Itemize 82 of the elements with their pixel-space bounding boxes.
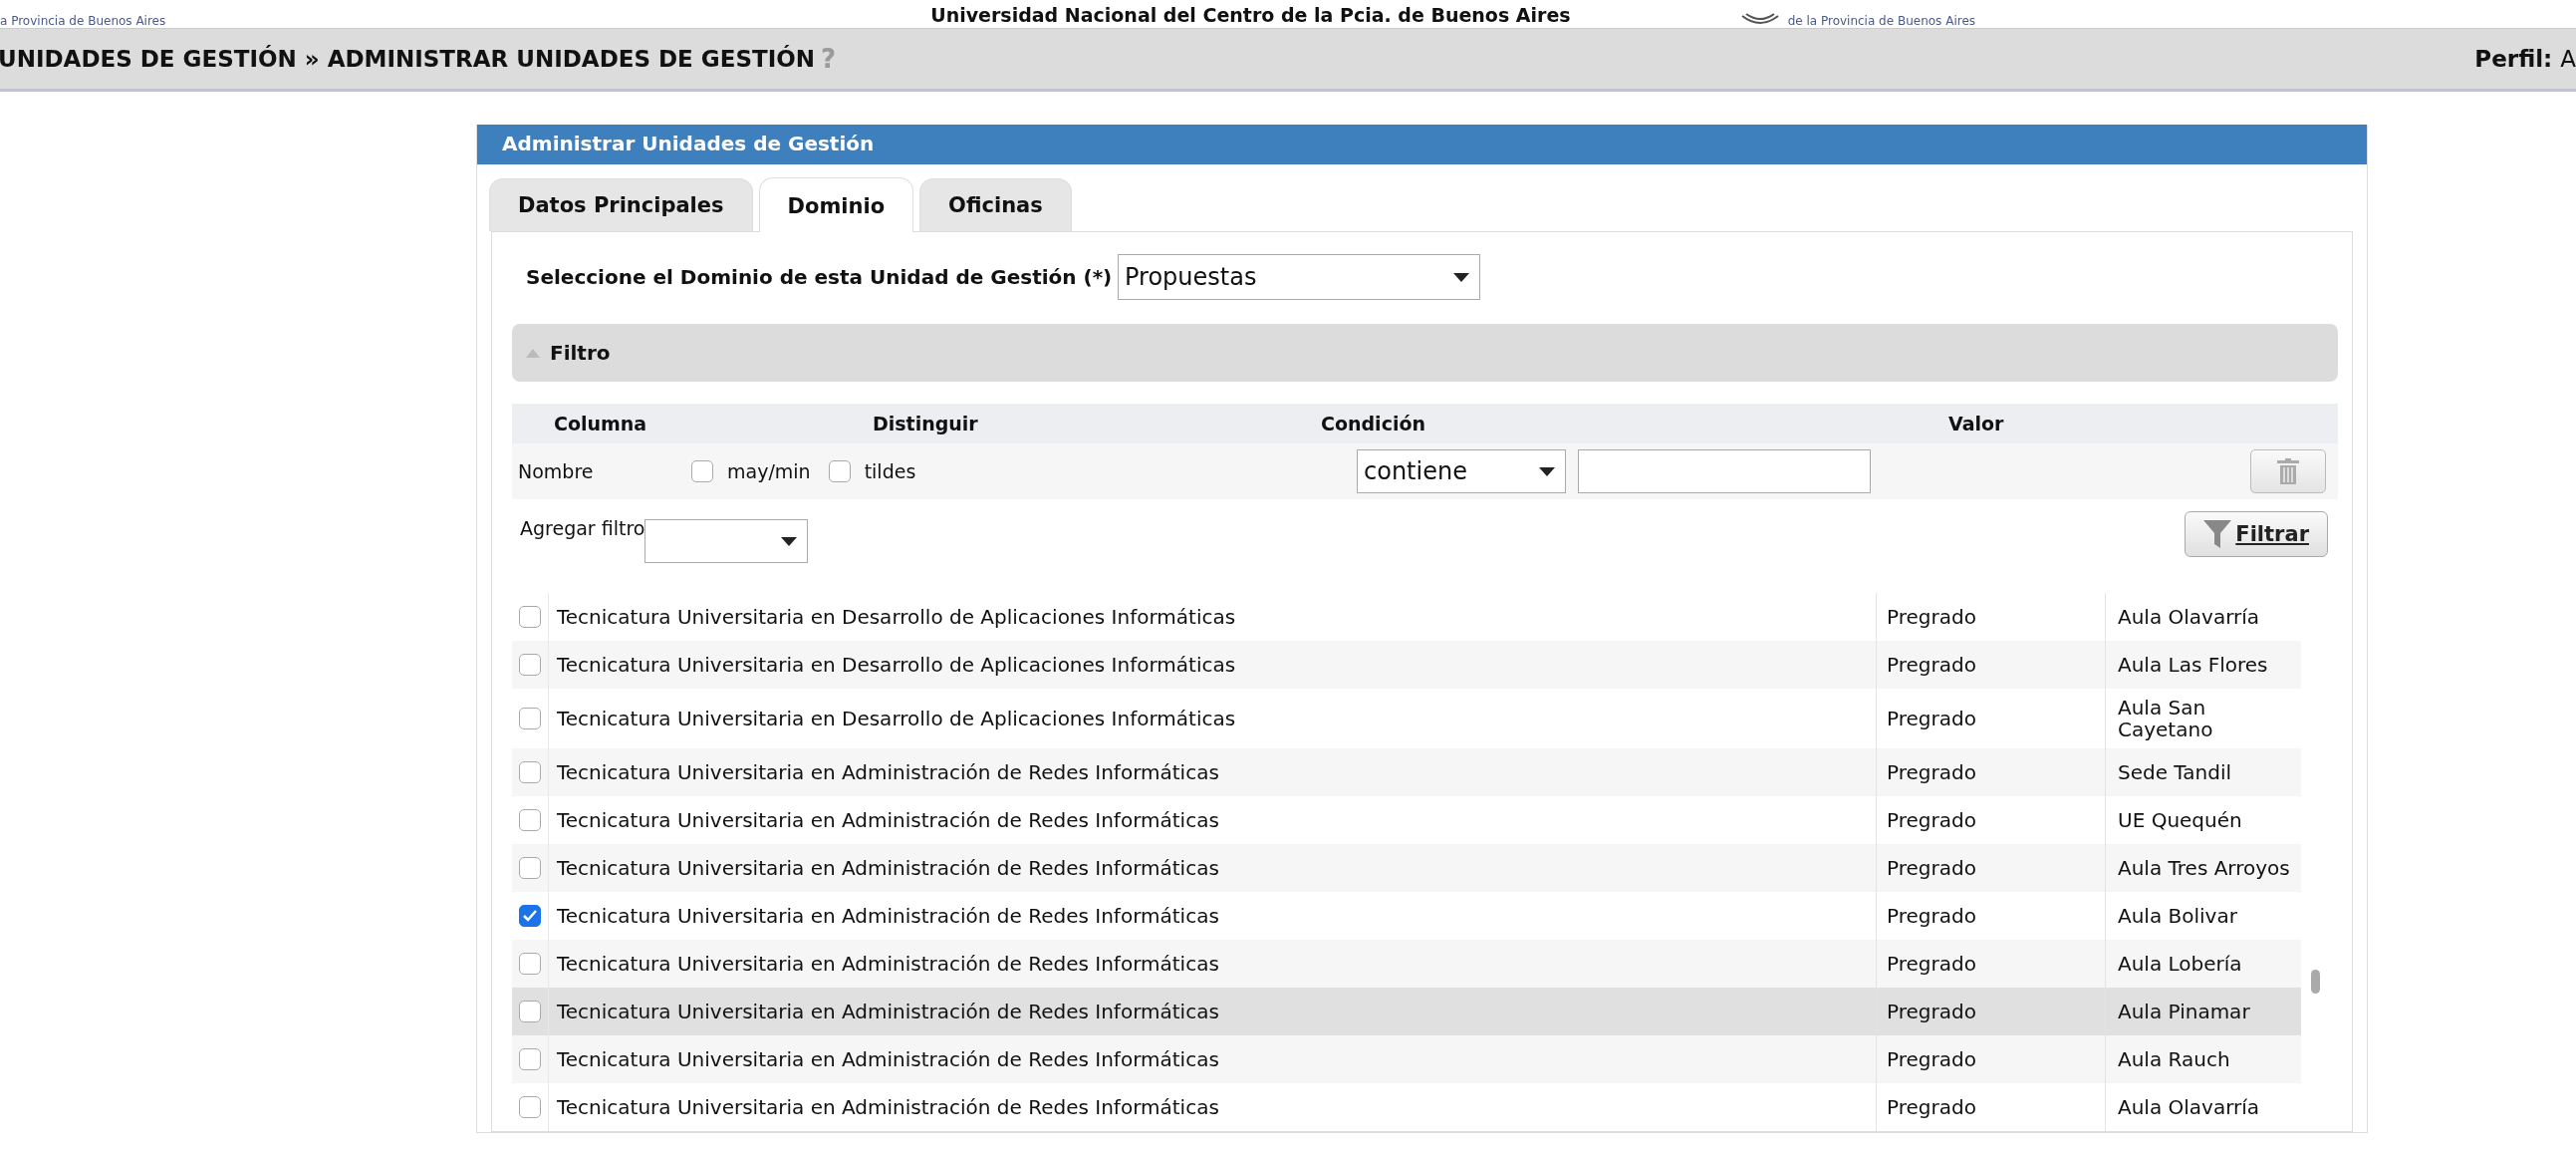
checkbox[interactable]	[519, 1096, 541, 1118]
table-row[interactable]: Tecnicatura Universitaria en Administración de Redes Informáticas Pregrado Aula Tres Arroyos	[512, 844, 2301, 892]
location: Aula Las Flores	[2118, 654, 2268, 676]
location: Aula Lobería	[2118, 953, 2242, 975]
location: Aula Rauch	[2118, 1048, 2230, 1070]
program-level: Pregrado	[1887, 1000, 1976, 1023]
table-row[interactable]: Tecnicatura Universitaria en Administración de Redes Informáticas Pregrado Aula Pinamar	[512, 988, 2301, 1035]
location: Aula Bolivar	[2118, 905, 2237, 927]
tab[interactable]: Datos Principales	[489, 178, 753, 231]
program-level: Pregrado	[1887, 904, 1976, 928]
program-level: Pregrado	[1887, 653, 1976, 677]
column-header: Columna	[554, 413, 648, 434]
funnel-icon	[2203, 520, 2232, 548]
program-level: Pregrado	[1887, 760, 1976, 784]
table-row[interactable]: Tecnicatura Universitaria en Desarrollo de Aplicaciones Informáticas Pregrado Aula Las Flores	[512, 641, 2301, 689]
checkbox[interactable]	[828, 460, 851, 482]
program-name: Tecnicatura Universitaria en Desarrollo de Aplicaciones Informáticas	[557, 653, 1236, 677]
program-name: Tecnicatura Universitaria en Administración de Redes Informáticas	[557, 1095, 1219, 1119]
program-name: Tecnicatura Universitaria en Desarrollo de Aplicaciones Informáticas	[557, 707, 1236, 730]
program-name: Tecnicatura Universitaria en Administración de Redes Informáticas	[557, 856, 1219, 880]
program-name: Tecnicatura Universitaria en Desarrollo de Aplicaciones Informáticas	[557, 605, 1236, 629]
column-header: Distinguir	[873, 413, 979, 434]
checkbox-label: may/min	[727, 460, 811, 482]
table-row[interactable]: Tecnicatura Universitaria en Administración de Redes Informáticas Pregrado Aula Rauch	[512, 1035, 2301, 1083]
checkbox-label: tildes	[864, 460, 916, 482]
program-level: Pregrado	[1887, 707, 1976, 730]
panel-title: Administrar Unidades de Gestión	[477, 125, 2367, 164]
program-level: Pregrado	[1887, 856, 1976, 880]
logo-caption: a Provincia de Buenos Aires	[0, 14, 166, 28]
program-level: Pregrado	[1887, 1047, 1976, 1071]
table-row[interactable]: Tecnicatura Universitaria en Administración de Redes Informáticas Pregrado Sede Tandil	[512, 748, 2301, 796]
filter-column-name: Nombre	[518, 460, 595, 482]
program-name: Tecnicatura Universitaria en Administración de Redes Informáticas	[557, 808, 1219, 832]
checkbox[interactable]	[519, 857, 541, 879]
filter-button[interactable]: Filtrar	[2185, 511, 2328, 557]
location: UE Quequén	[2118, 809, 2242, 831]
university-title: Universidad Nacional del Centro de la Pcia. de Buenos Aires	[930, 3, 1571, 28]
checkbox[interactable]	[519, 761, 541, 783]
domain-label: Seleccione el Dominio de esta Unidad de Gestión (*)	[526, 265, 1114, 289]
value-field[interactable]	[1578, 449, 1871, 493]
table-row[interactable]: Tecnicatura Universitaria en Administración de Redes Informáticas Pregrado Aula Lobería	[512, 940, 2301, 988]
location: Aula Olavarría	[2118, 1096, 2260, 1118]
program-level: Pregrado	[1887, 605, 1976, 629]
breadcrumb: UNIDADES DE GESTIÓN » ADMINISTRAR UNIDADES DE GESTIÓN	[0, 46, 816, 72]
location: Aula Pinamar	[2118, 1001, 2250, 1022]
program-level: Pregrado	[1887, 952, 1976, 976]
location: Aula Tres Arroyos	[2118, 857, 2290, 879]
program-name: Tecnicatura Universitaria en Administración de Redes Informáticas	[557, 1000, 1219, 1023]
program-name: Tecnicatura Universitaria en Administración de Redes Informáticas	[557, 760, 1219, 784]
checkbox[interactable]	[519, 905, 541, 927]
trash-icon	[2277, 458, 2299, 484]
delete-button[interactable]	[2250, 449, 2326, 493]
profile-value: A	[2560, 46, 2576, 72]
domain-dropdown[interactable]: Propuestas	[1118, 254, 1480, 300]
checkbox[interactable]	[519, 606, 541, 628]
checkbox[interactable]	[519, 654, 541, 676]
checkbox[interactable]	[691, 460, 713, 482]
checkbox[interactable]	[519, 708, 541, 729]
program-name: Tecnicatura Universitaria en Administración de Redes Informáticas	[557, 904, 1219, 928]
profile-label: Perfil:	[2474, 46, 2553, 72]
program-name: Tecnicatura Universitaria en Administración de Redes Informáticas	[557, 952, 1219, 976]
program-level: Pregrado	[1887, 808, 1976, 832]
checkbox[interactable]	[519, 1048, 541, 1070]
checkbox[interactable]	[519, 809, 541, 831]
location: Sede Tandil	[2118, 761, 2231, 783]
checkbox[interactable]	[519, 1001, 541, 1022]
add-filter-label: Agregar filtro	[520, 517, 645, 539]
scrollbar-thumb[interactable]	[2311, 970, 2320, 994]
checkbox[interactable]	[519, 953, 541, 975]
filter-header[interactable]: Filtro	[512, 324, 2338, 382]
column-header: Condición	[1321, 413, 1426, 434]
program-name: Tecnicatura Universitaria en Administración de Redes Informáticas	[557, 1047, 1219, 1071]
location: Aula Olavarría	[2118, 606, 2260, 628]
tab[interactable]: Dominio	[758, 177, 914, 232]
condition-dropdown[interactable]: contiene	[1357, 449, 1566, 493]
logo-caption: de la Provincia de Buenos Aires	[1787, 14, 1975, 28]
add-filter-dropdown[interactable]	[644, 519, 809, 563]
checkmark-icon	[522, 909, 538, 923]
location: Aula San Cayetano	[2118, 697, 2214, 740]
column-header: Valor	[1948, 413, 2004, 434]
program-level: Pregrado	[1887, 1095, 1976, 1119]
tab[interactable]: Oficinas	[919, 178, 1072, 231]
